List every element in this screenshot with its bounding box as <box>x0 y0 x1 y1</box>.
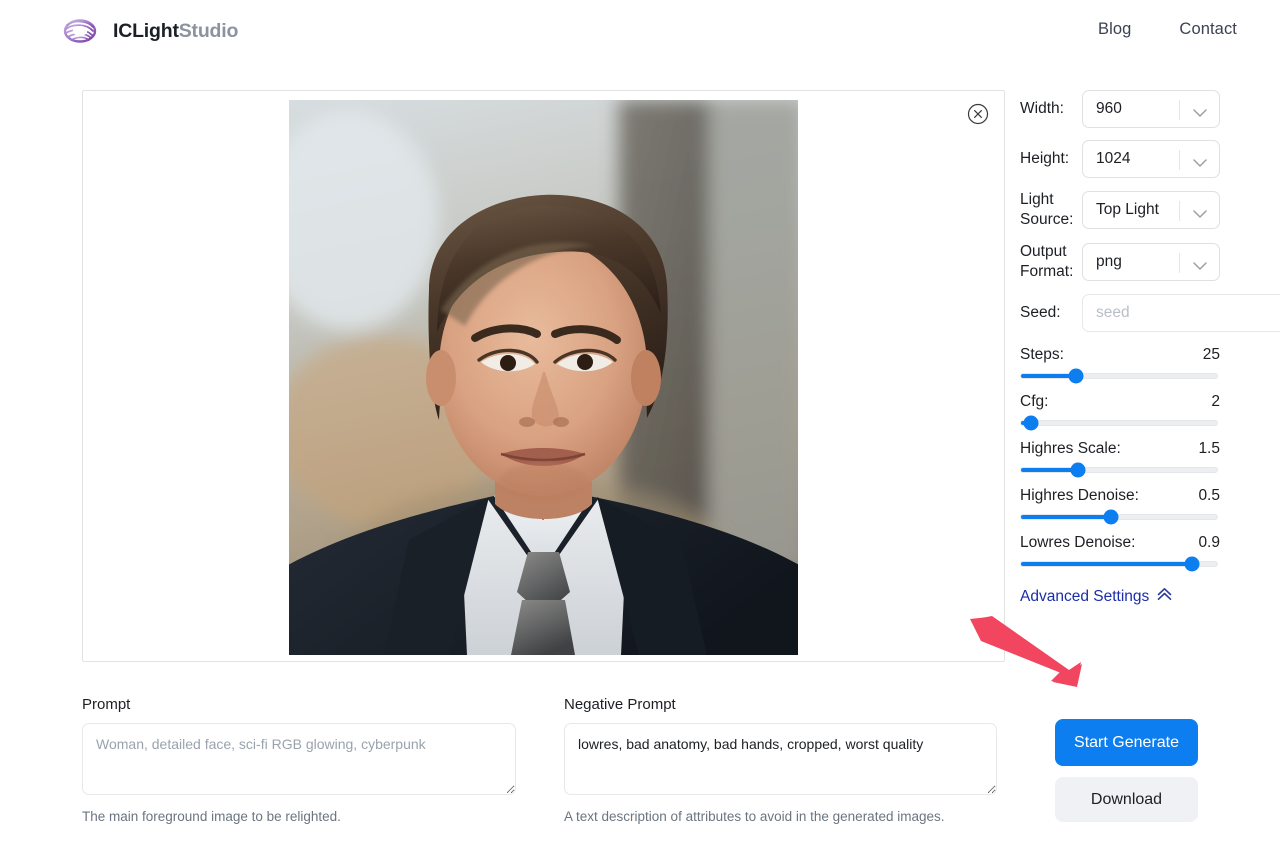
brand[interactable]: ICLightStudio <box>60 11 238 51</box>
seed-input[interactable] <box>1082 294 1280 332</box>
field-output-format: Output Format: png <box>1020 242 1220 282</box>
negative-prompt-input[interactable] <box>564 723 997 795</box>
chevron-double-up-icon <box>1156 587 1173 606</box>
light-source-value: Top Light <box>1096 201 1159 219</box>
width-value: 960 <box>1096 100 1122 118</box>
slider-steps: Steps: 25 <box>1020 346 1220 379</box>
height-label: Height: <box>1020 149 1082 169</box>
slider-lowres-denoise-head: Lowres Denoise: 0.9 <box>1020 534 1220 552</box>
slider-lowres-denoise-fill <box>1021 562 1192 566</box>
select-divider <box>1179 201 1180 221</box>
prompt-section: Prompt The main foreground image to be r… <box>82 696 516 824</box>
slider-cfg-track[interactable] <box>1020 420 1218 426</box>
app-header: ICLightStudio Blog Contact <box>0 0 1280 64</box>
height-value: 1024 <box>1096 150 1130 168</box>
field-width: Width: 960 <box>1020 90 1220 128</box>
light-source-label: Light Source: <box>1020 190 1082 230</box>
negative-prompt-section: Negative Prompt A text description of at… <box>564 696 997 824</box>
slider-cfg-thumb[interactable] <box>1023 416 1038 431</box>
slider-highres-denoise-head: Highres Denoise: 0.5 <box>1020 487 1220 505</box>
slider-steps-head: Steps: 25 <box>1020 346 1220 364</box>
prompt-input[interactable] <box>82 723 516 795</box>
slider-steps-track[interactable] <box>1020 373 1218 379</box>
light-source-select[interactable]: Top Light <box>1082 191 1220 229</box>
advanced-settings-toggle[interactable]: Advanced Settings <box>1020 587 1220 606</box>
close-circle-icon[interactable] <box>967 103 989 125</box>
prompt-title: Prompt <box>82 696 516 713</box>
seed-label: Seed: <box>1020 303 1082 323</box>
download-button[interactable]: Download <box>1055 777 1198 822</box>
slider-highres-denoise-track[interactable] <box>1020 514 1218 520</box>
chevron-down-icon <box>1193 206 1207 224</box>
negative-prompt-title: Negative Prompt <box>564 696 997 713</box>
uploaded-portrait-image[interactable] <box>289 100 798 655</box>
brand-text: ICLightStudio <box>113 20 238 43</box>
main-nav: Blog Contact <box>1098 20 1237 39</box>
slider-steps-value: 25 <box>1203 346 1220 364</box>
output-format-select[interactable]: png <box>1082 243 1220 281</box>
chevron-down-icon <box>1193 155 1207 173</box>
height-select[interactable]: 1024 <box>1082 140 1220 178</box>
slider-steps-label: Steps: <box>1020 346 1064 364</box>
nav-link-blog[interactable]: Blog <box>1098 20 1131 39</box>
brand-primary: ICLight <box>113 20 179 42</box>
start-generate-button[interactable]: Start Generate <box>1055 719 1198 766</box>
slider-lowres-denoise-track[interactable] <box>1020 561 1218 567</box>
select-divider <box>1179 100 1180 120</box>
slider-highres-denoise-value: 0.5 <box>1198 487 1220 505</box>
slider-highres-scale-thumb[interactable] <box>1070 463 1085 478</box>
width-label: Width: <box>1020 99 1082 119</box>
slider-steps-thumb[interactable] <box>1068 369 1083 384</box>
spiral-logo-icon <box>60 11 100 51</box>
slider-cfg-label: Cfg: <box>1020 393 1048 411</box>
image-preview-panel <box>82 90 1005 662</box>
slider-highres-scale-head: Highres Scale: 1.5 <box>1020 440 1220 458</box>
output-format-value: png <box>1096 253 1122 271</box>
slider-highres-denoise-thumb[interactable] <box>1104 510 1119 525</box>
slider-cfg: Cfg: 2 <box>1020 393 1220 426</box>
slider-lowres-denoise-thumb[interactable] <box>1184 557 1199 572</box>
slider-highres-scale-fill <box>1021 468 1078 472</box>
slider-highres-scale: Highres Scale: 1.5 <box>1020 440 1220 473</box>
output-format-label: Output Format: <box>1020 242 1082 282</box>
field-height: Height: 1024 <box>1020 140 1220 178</box>
select-divider <box>1179 150 1180 170</box>
slider-highres-denoise-fill <box>1021 515 1111 519</box>
field-seed: Seed: <box>1020 294 1220 332</box>
nav-link-contact[interactable]: Contact <box>1179 20 1237 39</box>
slider-lowres-denoise: Lowres Denoise: 0.9 <box>1020 534 1220 567</box>
field-light-source: Light Source: Top Light <box>1020 190 1220 230</box>
advanced-settings-label: Advanced Settings <box>1020 588 1149 606</box>
app-root: ICLightStudio Blog Contact <box>0 0 1280 860</box>
negative-prompt-hint: A text description of attributes to avoi… <box>564 809 997 824</box>
select-divider <box>1179 253 1180 273</box>
slider-highres-denoise-label: Highres Denoise: <box>1020 487 1139 505</box>
slider-highres-scale-label: Highres Scale: <box>1020 440 1121 458</box>
slider-highres-scale-track[interactable] <box>1020 467 1218 473</box>
chevron-down-icon <box>1193 105 1207 123</box>
slider-lowres-denoise-value: 0.9 <box>1198 534 1220 552</box>
slider-lowres-denoise-label: Lowres Denoise: <box>1020 534 1135 552</box>
slider-cfg-value: 2 <box>1211 393 1220 411</box>
brand-secondary: Studio <box>179 20 238 42</box>
slider-highres-scale-value: 1.5 <box>1198 440 1220 458</box>
slider-highres-denoise: Highres Denoise: 0.5 <box>1020 487 1220 520</box>
settings-panel: Width: 960 Height: 1024 Light Source: <box>1020 90 1220 606</box>
slider-cfg-head: Cfg: 2 <box>1020 393 1220 411</box>
prompt-hint: The main foreground image to be relighte… <box>82 809 516 824</box>
chevron-down-icon <box>1193 258 1207 276</box>
width-select[interactable]: 960 <box>1082 90 1220 128</box>
